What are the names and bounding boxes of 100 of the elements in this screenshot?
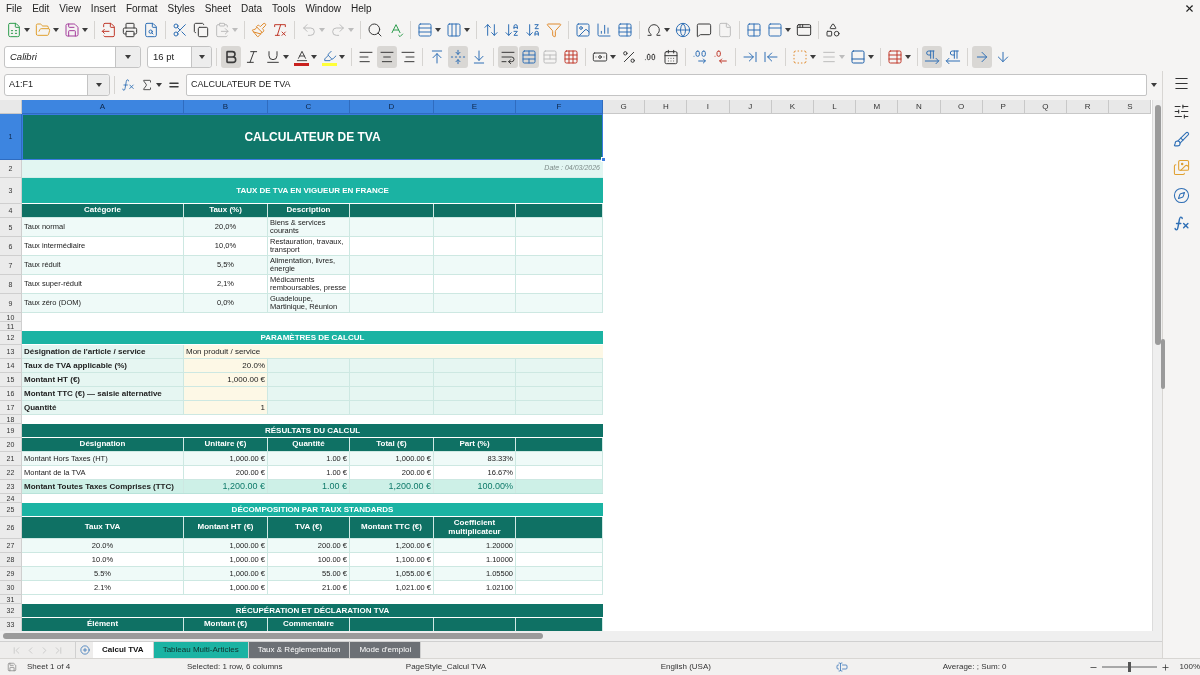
arrow-down-icon xyxy=(995,49,1011,65)
column-header[interactable]: D xyxy=(350,100,434,114)
language-text[interactable]: English (USA) xyxy=(660,662,711,671)
caret-icon xyxy=(1151,82,1157,87)
column-header[interactable]: M xyxy=(856,100,899,114)
section-banner: RÉCUPÉRATION ET DÉCLARATION TVA xyxy=(22,604,603,618)
scrollbar-thumb[interactable] xyxy=(1154,105,1161,345)
caret-icon xyxy=(156,82,162,87)
close-icon[interactable] xyxy=(1184,3,1195,14)
add-sheet-icon[interactable] xyxy=(79,645,90,655)
menu-item[interactable]: Data xyxy=(235,3,268,14)
undo-icon xyxy=(301,22,317,38)
menu-item[interactable]: View xyxy=(54,3,86,14)
speech-bubble-icon xyxy=(696,22,712,38)
zoom-percentage[interactable]: 100% xyxy=(1179,661,1200,673)
caret-icon xyxy=(610,55,616,59)
font-size-box[interactable]: 16 pt xyxy=(147,46,212,68)
caret-icon xyxy=(435,28,441,32)
globe-icon xyxy=(675,22,691,38)
column-header[interactable]: S xyxy=(1109,100,1152,114)
bar-chart-icon xyxy=(596,22,612,38)
table-icon xyxy=(887,49,903,65)
sheet-tab[interactable]: Taux & Réglementation xyxy=(248,642,351,658)
sliders-icon[interactable] xyxy=(1173,103,1190,120)
menu-item[interactable]: Tools xyxy=(267,3,301,14)
brush-icon[interactable] xyxy=(1173,131,1190,148)
column-header[interactable]: A xyxy=(22,100,184,114)
column-header[interactable]: F xyxy=(516,100,603,114)
caret-icon xyxy=(283,55,289,59)
column-header[interactable]: H xyxy=(645,100,688,114)
sidebar-handle[interactable] xyxy=(1161,339,1165,389)
text-horizontal-button[interactable] xyxy=(972,46,992,68)
caret-icon xyxy=(785,28,791,32)
grid-icon xyxy=(563,49,579,65)
column-header[interactable]: I xyxy=(687,100,730,114)
scrollbar-thumb[interactable] xyxy=(3,633,543,639)
sheet-tab[interactable]: Tableau Multi-Articles xyxy=(153,642,249,658)
sheet-tab[interactable]: Mode d'emploi xyxy=(350,642,422,658)
sheet-position-text: Sheet 1 of 4 xyxy=(27,662,71,671)
align-right-icon xyxy=(400,49,416,65)
omega-icon xyxy=(646,22,662,38)
caret-icon xyxy=(664,28,670,32)
formula-input[interactable]: CALCULATEUR DE TVA xyxy=(186,73,1147,96)
menu-item[interactable]: File xyxy=(1,3,28,14)
caret-icon xyxy=(24,28,30,32)
column-header[interactable]: Q xyxy=(1024,100,1068,114)
column-header[interactable]: B xyxy=(184,100,268,114)
pilcrow-left-icon xyxy=(945,49,961,65)
column-header[interactable]: G xyxy=(603,100,646,114)
section-banner: DÉCOMPOSITION PAR TAUX STANDARDS xyxy=(22,503,603,517)
input-cell: 1,000.00 € xyxy=(184,373,268,386)
name-box[interactable]: A1:F1 xyxy=(4,73,110,96)
function-icon[interactable] xyxy=(1173,215,1190,232)
spreadsheet-icon xyxy=(6,22,22,38)
merge-center-button[interactable] xyxy=(519,46,539,68)
sheet-tab[interactable]: Calcul TVA xyxy=(93,642,154,658)
images-icon[interactable] xyxy=(1173,159,1190,176)
left-to-right-button[interactable] xyxy=(922,46,942,68)
menu-item[interactable]: Styles xyxy=(162,3,200,14)
menu-item[interactable]: Sheet xyxy=(199,3,236,14)
column-header[interactable]: C xyxy=(268,100,350,114)
column-header[interactable]: O xyxy=(940,100,983,114)
italic-icon xyxy=(244,49,260,65)
menu-item[interactable]: Format xyxy=(120,3,163,14)
vertical-scrollbar[interactable] xyxy=(1152,100,1162,631)
fill-handle-icon[interactable] xyxy=(601,157,606,162)
table-cells-icon xyxy=(542,49,558,65)
wrap-text-button[interactable] xyxy=(498,46,518,68)
font-name-box[interactable]: Calibri xyxy=(4,46,141,68)
merge-cells-icon xyxy=(521,49,537,65)
compass-icon[interactable] xyxy=(1173,187,1190,204)
menu-icon[interactable] xyxy=(1173,75,1190,92)
column-header[interactable]: K xyxy=(771,100,814,114)
panel-icon xyxy=(767,22,783,38)
column-header[interactable]: L xyxy=(813,100,857,114)
font-color-icon xyxy=(294,48,309,66)
align-center-button[interactable] xyxy=(377,46,397,68)
table-header: Description xyxy=(268,204,350,217)
column-header[interactable]: J xyxy=(729,100,772,114)
decimals-arrow-left-icon xyxy=(713,49,729,65)
menu-item[interactable]: Help xyxy=(346,3,377,14)
caret-icon xyxy=(311,55,317,59)
text-cursor-icon[interactable] xyxy=(836,661,849,673)
align-middle-button[interactable] xyxy=(448,46,468,68)
column-header[interactable]: N xyxy=(898,100,941,114)
caret-icon xyxy=(82,28,88,32)
menu-item[interactable]: Edit xyxy=(27,3,55,14)
bold-icon xyxy=(223,49,239,65)
caret-icon xyxy=(339,55,345,59)
menu-item[interactable]: Window xyxy=(300,3,346,14)
column-header[interactable]: E xyxy=(434,100,516,114)
column-header[interactable]: R xyxy=(1067,100,1110,114)
slider-thumb[interactable] xyxy=(1127,662,1131,672)
menu-item[interactable]: Insert xyxy=(85,3,121,14)
bold-button[interactable] xyxy=(221,46,241,68)
column-header[interactable]: P xyxy=(982,100,1025,114)
page-style-text[interactable]: PageStyle_Calcul TVA xyxy=(405,662,487,671)
zoom-in-icon[interactable] xyxy=(1160,662,1170,672)
table-icon xyxy=(617,22,633,38)
table-header: Total (€) xyxy=(350,438,434,451)
